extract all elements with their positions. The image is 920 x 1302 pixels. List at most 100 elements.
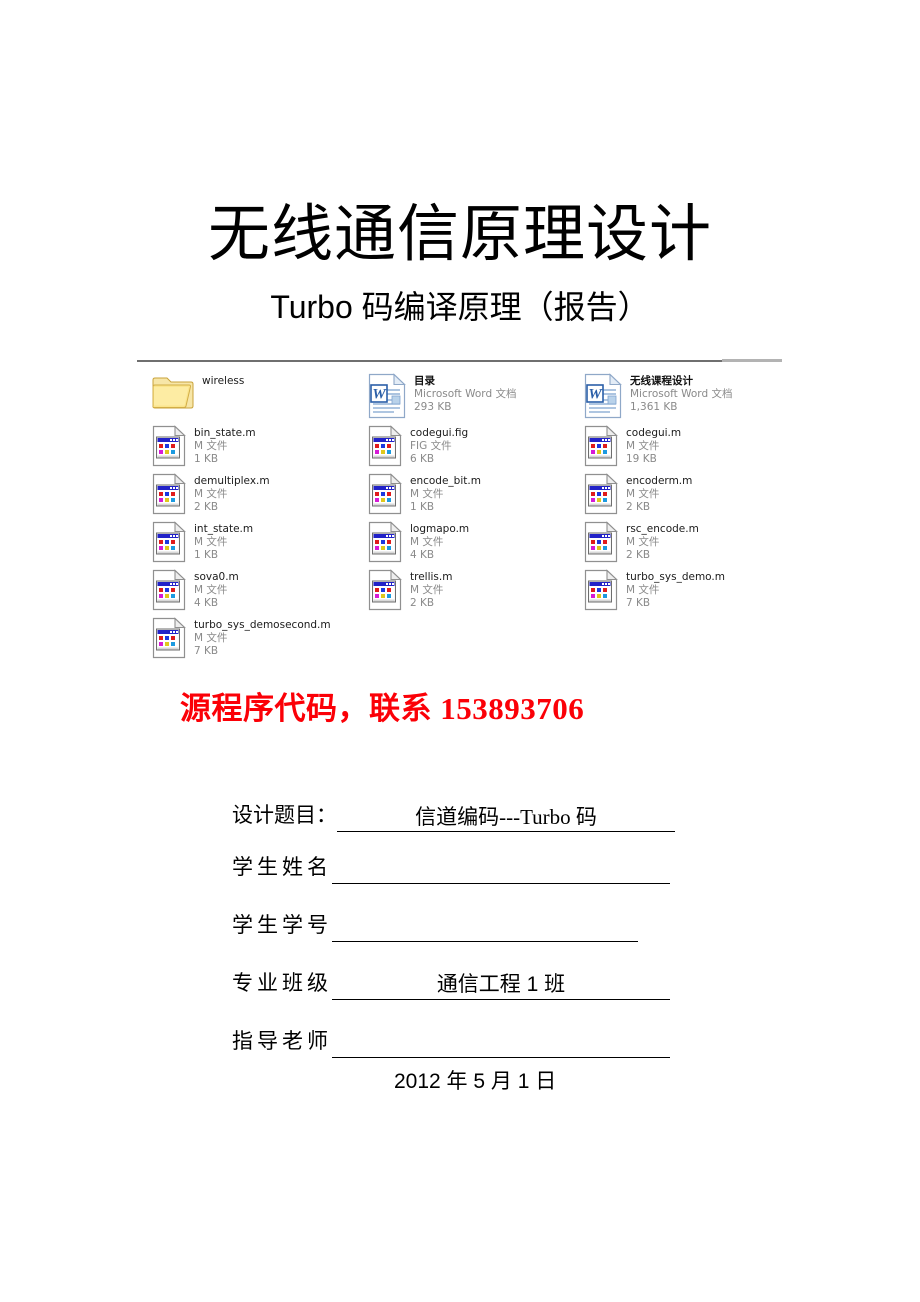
file-item[interactable]: demultiplex.m M 文件 2 KB	[152, 472, 368, 521]
file-name: turbo_sys_demosecond.m	[194, 618, 331, 631]
file-type: Microsoft Word 文档	[414, 387, 517, 400]
label-advisor: 指导老师	[232, 1029, 332, 1053]
file-item[interactable]: wireless	[152, 373, 368, 425]
file-item[interactable]: trellis.m M 文件 2 KB	[368, 568, 584, 617]
file-type: M 文件	[410, 583, 444, 596]
file-meta: sova0.m M 文件 4 KB	[194, 569, 239, 610]
file-name: 无线课程设计	[630, 374, 693, 387]
file-row: demultiplex.m M 文件 2 KB encode_bit.m M 文件 1 …	[152, 472, 800, 521]
file-name: codegui.fig	[410, 426, 469, 439]
file-row: int_state.m M 文件 1 KB logmapo.m M 文件 4 KB	[152, 520, 800, 569]
cover-form: 设计题目： 信道编码---Turbo 码 学生姓名 学生学号 专业班级 通信工程…	[0, 790, 920, 1096]
file-meta: codegui.fig FIG 文件 6 KB	[410, 425, 468, 466]
label-student-name: 学生姓名	[232, 855, 332, 879]
folder-icon	[152, 373, 194, 409]
file-row: sova0.m M 文件 4 KB trellis.m M 文件 2 KB tu…	[152, 568, 800, 617]
value-advisor[interactable]	[332, 1027, 670, 1058]
document-page: 无线通信原理设计 Turbo 码编译原理（报告） wireless W 目录 Mi…	[0, 0, 920, 1302]
file-row: turbo_sys_demosecond.m M 文件 7 KB	[152, 616, 800, 665]
svg-text:W: W	[372, 386, 387, 402]
m-file-icon	[152, 568, 186, 611]
file-name: wireless	[202, 374, 245, 387]
m-file-icon	[368, 568, 402, 611]
file-meta: 无线课程设计 Microsoft Word 文档 1,361 KB	[630, 373, 732, 414]
file-item[interactable]: rsc_encode.m M 文件 2 KB	[584, 520, 800, 569]
file-type: M 文件	[194, 535, 228, 548]
file-name: 目录	[414, 374, 435, 387]
file-name: sova0.m	[194, 570, 239, 583]
file-type: M 文件	[626, 439, 660, 452]
file-type: M 文件	[626, 535, 660, 548]
file-meta: trellis.m M 文件 2 KB	[410, 569, 452, 610]
m-file-icon	[152, 472, 186, 515]
m-file-icon	[584, 424, 618, 467]
file-name: bin_state.m	[194, 426, 256, 439]
file-item[interactable]: bin_state.m M 文件 1 KB	[152, 424, 368, 473]
file-size: 293 KB	[414, 400, 452, 413]
form-row-student-name: 学生姓名	[232, 842, 920, 884]
file-name: int_state.m	[194, 522, 254, 535]
file-name: rsc_encode.m	[626, 522, 699, 535]
file-item[interactable]: sova0.m M 文件 4 KB	[152, 568, 368, 617]
file-name: logmapo.m	[410, 522, 470, 535]
file-name: encode_bit.m	[410, 474, 481, 487]
file-row: bin_state.m M 文件 1 KB codegui.fig FIG 文件 6 K…	[152, 424, 800, 473]
form-row-advisor: 指导老师	[232, 1016, 920, 1058]
file-item[interactable]: codegui.m M 文件 19 KB	[584, 424, 800, 473]
file-explorer-listing: wireless W 目录 Microsoft Word 文档 293 KB W 无…	[152, 372, 800, 665]
label-student-id: 学生学号	[232, 913, 332, 937]
file-size: 4 KB	[194, 596, 219, 609]
value-major-class[interactable]: 通信工程 1 班	[332, 969, 670, 1000]
value-student-id[interactable]	[332, 911, 638, 942]
file-name: turbo_sys_demo.m	[626, 570, 725, 583]
file-type: M 文件	[626, 583, 660, 596]
m-file-icon	[368, 472, 402, 515]
file-item[interactable]: W 目录 Microsoft Word 文档 293 KB	[368, 372, 584, 425]
file-size: 19 KB	[626, 452, 657, 465]
m-file-icon	[152, 520, 186, 563]
file-item[interactable]: W 无线课程设计 Microsoft Word 文档 1,361 KB	[584, 372, 800, 425]
file-size: 1 KB	[194, 452, 219, 465]
value-design-topic[interactable]: 信道编码---Turbo 码	[337, 801, 675, 832]
file-item[interactable]: logmapo.m M 文件 4 KB	[368, 520, 584, 569]
file-name: encoderm.m	[626, 474, 693, 487]
file-item[interactable]: turbo_sys_demo.m M 文件 7 KB	[584, 568, 800, 617]
file-size: 4 KB	[410, 548, 435, 561]
svg-text:W: W	[588, 386, 603, 402]
file-size: 7 KB	[626, 596, 651, 609]
file-meta: bin_state.m M 文件 1 KB	[194, 425, 256, 466]
file-item[interactable]: encode_bit.m M 文件 1 KB	[368, 472, 584, 521]
file-type: M 文件	[626, 487, 660, 500]
file-item[interactable]: turbo_sys_demosecond.m M 文件 7 KB	[152, 616, 368, 665]
form-row-design-topic: 设计题目： 信道编码---Turbo 码	[232, 790, 920, 832]
file-meta: demultiplex.m M 文件 2 KB	[194, 473, 270, 514]
file-name: demultiplex.m	[194, 474, 270, 487]
form-row-major-class: 专业班级 通信工程 1 班	[232, 958, 920, 1000]
file-meta: turbo_sys_demo.m M 文件 7 KB	[626, 569, 725, 610]
file-meta: encode_bit.m M 文件 1 KB	[410, 473, 481, 514]
form-row-student-id: 学生学号	[232, 900, 920, 942]
file-size: 1 KB	[194, 548, 219, 561]
file-name: trellis.m	[410, 570, 453, 583]
m-file-icon	[584, 472, 618, 515]
file-meta: int_state.m M 文件 1 KB	[194, 521, 253, 562]
file-meta: codegui.m M 文件 19 KB	[626, 425, 681, 466]
file-item[interactable]: encoderm.m M 文件 2 KB	[584, 472, 800, 521]
page-subtitle: Turbo 码编译原理（报告）	[270, 289, 650, 326]
file-row: wireless W 目录 Microsoft Word 文档 293 KB W 无…	[152, 372, 800, 425]
file-size: 2 KB	[626, 500, 651, 513]
contact-notice: 源程序代码，联系 153893706	[180, 690, 585, 726]
m-file-icon	[368, 520, 402, 563]
file-type: M 文件	[194, 439, 228, 452]
title-block: 无线通信原理设计 Turbo 码编译原理（报告）	[0, 0, 920, 329]
file-size: 2 KB	[626, 548, 651, 561]
m-file-icon	[368, 424, 402, 467]
divider-line	[137, 358, 782, 362]
file-name: codegui.m	[626, 426, 682, 439]
file-meta: 目录 Microsoft Word 文档 293 KB	[414, 373, 516, 414]
m-file-icon	[152, 616, 186, 659]
file-item[interactable]: codegui.fig FIG 文件 6 KB	[368, 424, 584, 473]
word-doc-icon: W	[368, 372, 406, 419]
file-item[interactable]: int_state.m M 文件 1 KB	[152, 520, 368, 569]
value-student-name[interactable]	[332, 853, 670, 884]
